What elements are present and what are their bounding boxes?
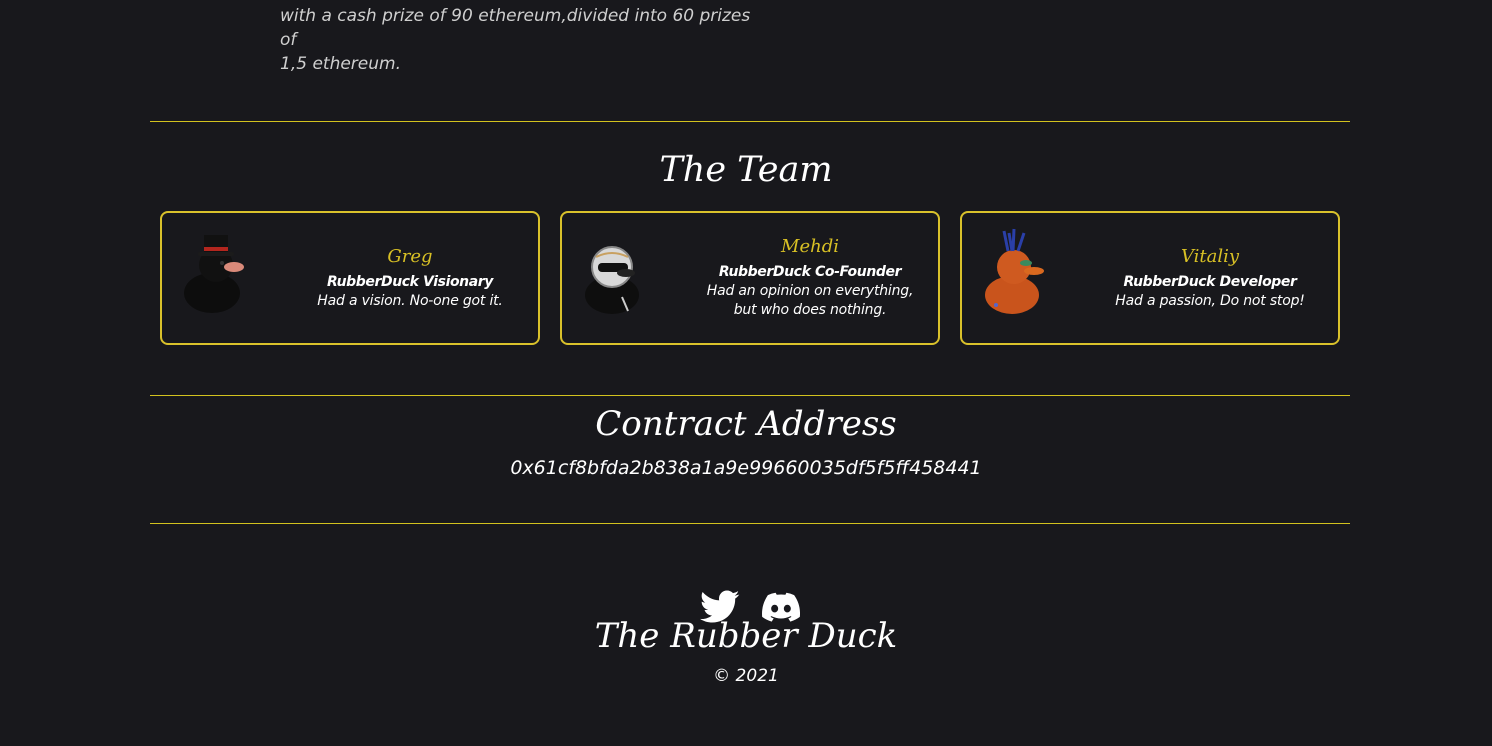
member-role: RubberDuck Visionary — [326, 273, 494, 290]
team-card-mehdi: Mehdi RubberDuck Co-Founder Had an opini… — [560, 211, 940, 345]
team-card-vitaliy: Vitaliy RubberDuck Developer Had a passi… — [960, 211, 1340, 345]
divider — [150, 121, 1350, 122]
intro-line-2: 1,5 ethereum. — [280, 54, 401, 74]
member-info: Greg RubberDuck Visionary Had a vision. … — [292, 213, 528, 343]
member-name: Vitaliy — [1180, 245, 1240, 267]
copyright: © 2021 — [713, 666, 779, 686]
member-description: Had an opinion on everything, but who do… — [706, 283, 914, 318]
member-info: Mehdi RubberDuck Co-Founder Had an opini… — [692, 213, 928, 343]
contract-address: 0x61cf8bfda2b838a1a9e99660035df5f5ff4584… — [510, 457, 982, 479]
member-name: Greg — [387, 245, 433, 267]
member-description: Had a passion, Do not stop! — [1115, 292, 1305, 309]
punk-duck-icon — [985, 228, 1044, 314]
team-cards: Greg RubberDuck Visionary Had a vision. … — [160, 211, 1340, 345]
member-role: RubberDuck Developer — [1123, 273, 1297, 290]
top-hat-duck-icon — [184, 235, 244, 313]
divider — [150, 523, 1350, 524]
member-description: Had a vision. No-one got it. — [317, 292, 503, 309]
footer-title: The Rubber Duck — [594, 616, 898, 656]
intro-line-1: with a cash prize of 90 ethereum,divided… — [280, 6, 751, 50]
team-card-greg: Greg RubberDuck Visionary Had a vision. … — [160, 211, 540, 345]
member-info: Vitaliy RubberDuck Developer Had a passi… — [1092, 213, 1328, 343]
contract-heading: Contract Address — [595, 404, 897, 444]
member-role: RubberDuck Co-Founder — [718, 264, 902, 280]
member-name: Mehdi — [781, 236, 839, 257]
intro-paragraph: with a cash prize of 90 ethereum,divided… — [280, 4, 760, 76]
astronaut-duck-icon — [585, 246, 639, 314]
team-heading: The Team — [659, 150, 833, 190]
divider — [150, 395, 1350, 396]
